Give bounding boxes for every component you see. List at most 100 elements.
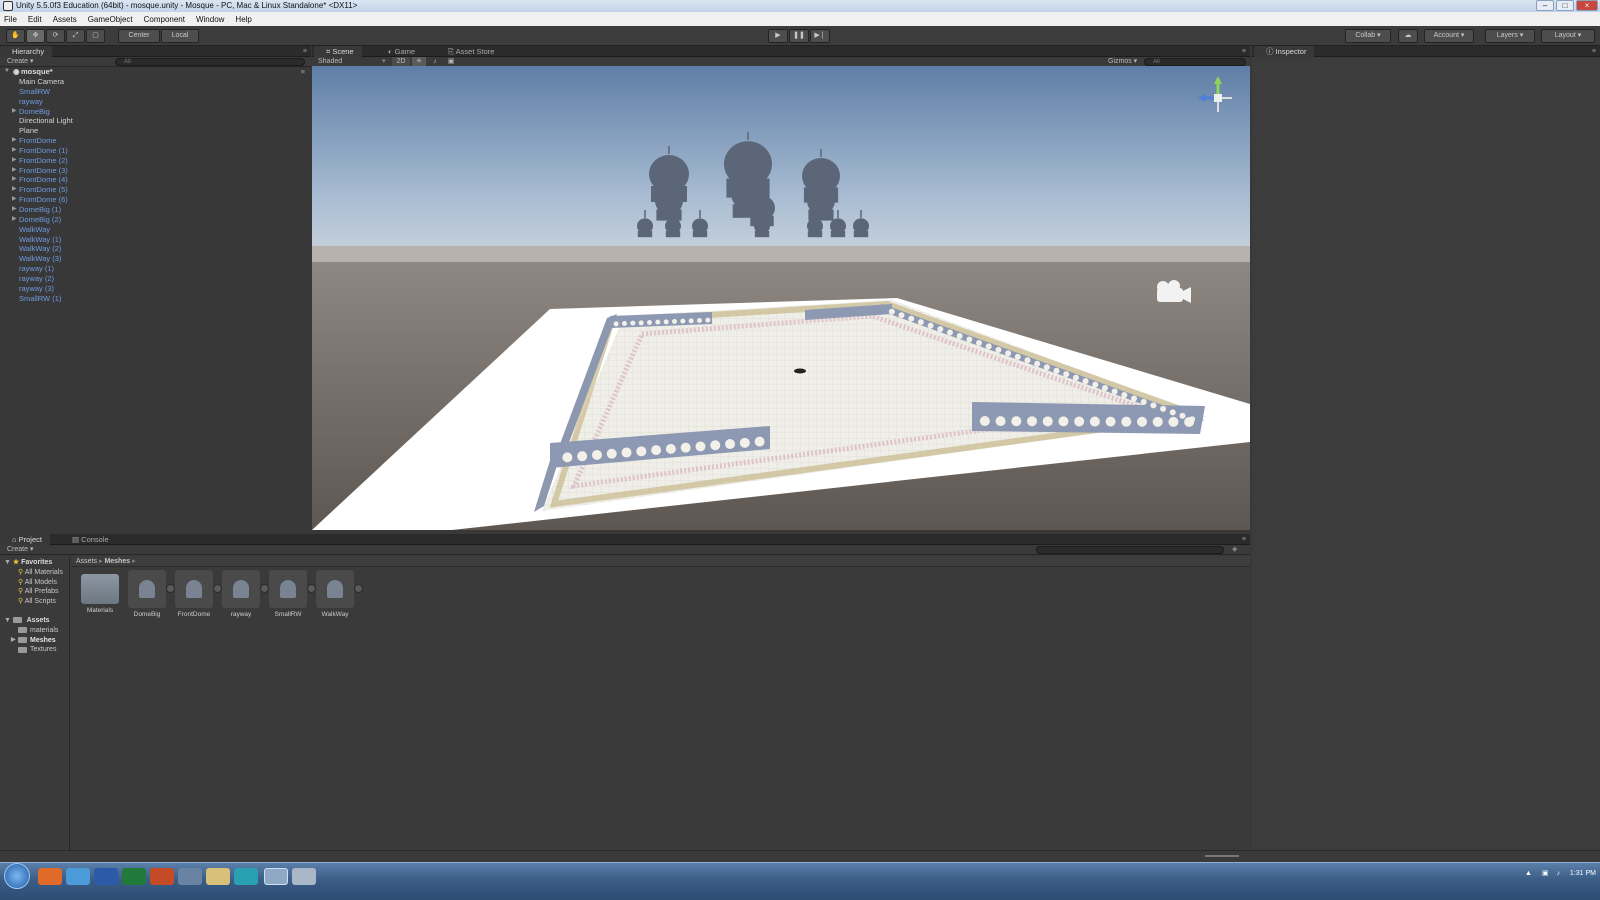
hand-tool-icon[interactable]: ✋ <box>6 29 25 43</box>
cloud-icon[interactable]: ☁ <box>1398 29 1418 43</box>
expand-arrow-icon[interactable]: ▼ <box>4 67 10 77</box>
expand-arrow-icon[interactable]: ▼ <box>4 617 11 624</box>
expand-asset-icon[interactable] <box>354 584 363 593</box>
favorite-item[interactable]: ⚲ All Materials <box>0 568 69 578</box>
asset-item[interactable]: SmallRW <box>265 570 316 618</box>
hierarchy-item[interactable]: rayway (3) <box>0 284 311 294</box>
hierarchy-item[interactable]: rayway <box>0 97 311 107</box>
hierarchy-item[interactable]: ▶ FrontDome (4) <box>0 175 311 185</box>
scene-search-input[interactable]: All <box>1144 58 1246 66</box>
taskbar-word-icon[interactable] <box>94 868 118 885</box>
close-button[interactable]: × <box>1576 0 1598 11</box>
menu-component[interactable]: Component <box>144 15 185 24</box>
taskbar-unity-icon[interactable] <box>264 868 288 885</box>
maximize-button[interactable]: □ <box>1556 0 1574 11</box>
hierarchy-item[interactable]: Plane <box>0 126 311 136</box>
taskbar-app-icon[interactable] <box>38 868 62 885</box>
menu-window[interactable]: Window <box>196 15 224 24</box>
hierarchy-item[interactable]: ▶ FrontDome (1) <box>0 146 311 156</box>
tab-inspector[interactable]: ⓘ Inspector <box>1254 46 1315 57</box>
pivot-center-toggle[interactable]: Center <box>118 29 160 43</box>
asset-item[interactable]: WalkWay <box>312 570 363 618</box>
hierarchy-item[interactable]: ▶ FrontDome <box>0 136 311 146</box>
start-button[interactable] <box>4 863 30 889</box>
folder-item[interactable]: materials <box>0 626 69 636</box>
asset-item[interactable]: FrontDome <box>171 570 222 618</box>
expand-arrow-icon[interactable]: ▶ <box>12 136 17 146</box>
hierarchy-item[interactable]: ▶ FrontDome (6) <box>0 195 311 205</box>
hierarchy-item[interactable]: WalkWay (3) <box>0 254 311 264</box>
hierarchy-item[interactable]: ▶ FrontDome (2) <box>0 156 311 166</box>
pause-button[interactable]: ❚❚ <box>789 29 809 43</box>
scene-viewport[interactable] <box>312 66 1250 530</box>
expand-arrow-icon[interactable]: ▶ <box>12 146 17 156</box>
hierarchy-item[interactable]: SmallRW (1) <box>0 294 311 304</box>
expand-arrow-icon[interactable]: ▶ <box>11 636 16 646</box>
tab-hierarchy[interactable]: Hierarchy <box>0 46 53 57</box>
pivot-space-toggle[interactable]: Local <box>161 29 199 43</box>
taskbar-app-icon[interactable] <box>234 868 258 885</box>
panel-menu-icon[interactable]: ≡ <box>1592 46 1596 57</box>
expand-arrow-icon[interactable]: ▶ <box>12 156 17 166</box>
hierarchy-item[interactable]: rayway (1) <box>0 264 311 274</box>
panel-menu-icon[interactable]: ≡ <box>1242 46 1246 57</box>
rect-tool-icon[interactable]: ▢ <box>86 29 105 43</box>
favorites-row[interactable]: ▼ ★ Favorites <box>0 558 69 568</box>
tab-project[interactable]: ⌂ Project <box>0 534 50 545</box>
hierarchy-search-input[interactable]: All <box>115 58 305 66</box>
move-tool-icon[interactable]: ✥ <box>26 29 45 43</box>
hierarchy-item[interactable]: WalkWay (1) <box>0 235 311 245</box>
hierarchy-item[interactable]: ▶ DomeBig (1) <box>0 205 311 215</box>
volume-icon[interactable]: ♪ <box>1556 870 1560 877</box>
tab-scene[interactable]: ⌗ Scene <box>314 46 362 57</box>
favorite-item[interactable]: ⚲ All Prefabs <box>0 587 69 597</box>
hierarchy-item[interactable]: ▶ DomeBig (2) <box>0 215 311 225</box>
tab-game[interactable]: ◐ Game <box>376 46 423 57</box>
taskbar-powerpoint-icon[interactable] <box>150 868 174 885</box>
expand-arrow-icon[interactable]: ▶ <box>12 185 17 195</box>
hierarchy-item[interactable]: Directional Light <box>0 116 311 126</box>
scene-root-row[interactable]: ▼ ◉ mosque* ≡ <box>0 67 311 77</box>
expand-arrow-icon[interactable]: ▶ <box>12 175 17 185</box>
account-dropdown[interactable]: Account ▾ <box>1424 29 1474 43</box>
layers-dropdown[interactable]: Layers ▾ <box>1485 29 1535 43</box>
menu-edit[interactable]: Edit <box>28 15 42 24</box>
asset-item[interactable]: rayway <box>218 570 269 618</box>
hierarchy-item[interactable]: rayway (2) <box>0 274 311 284</box>
menu-gameobject[interactable]: GameObject <box>88 15 133 24</box>
expand-arrow-icon[interactable]: ▶ <box>12 215 17 225</box>
asset-item[interactable]: Materials <box>77 570 123 614</box>
asset-item[interactable]: DomeBig <box>124 570 175 618</box>
rotate-tool-icon[interactable]: ⟳ <box>46 29 65 43</box>
layout-dropdown[interactable]: Layout ▾ <box>1541 29 1595 43</box>
favorite-item[interactable]: ⚲ All Scripts <box>0 597 69 607</box>
clock[interactable]: 1:31 PM <box>1570 870 1596 877</box>
taskbar-app-icon[interactable] <box>66 868 90 885</box>
expand-arrow-icon[interactable]: ▶ <box>12 107 17 117</box>
zoom-slider[interactable] <box>1205 855 1239 857</box>
scale-tool-icon[interactable]: ⤢ <box>66 29 85 43</box>
folder-item[interactable]: ▶ Meshes <box>0 636 69 646</box>
taskbar-app-icon[interactable] <box>292 868 316 885</box>
hierarchy-item[interactable]: ▶ FrontDome (5) <box>0 185 311 195</box>
tray-expand-icon[interactable]: ▲ <box>1525 870 1532 877</box>
tab-asset-store[interactable]: ⎘ Asset Store <box>436 46 502 57</box>
scene-menu-icon[interactable]: ≡ <box>301 67 305 77</box>
folder-item[interactable]: Textures <box>0 645 69 655</box>
project-create-dropdown[interactable]: Create ▾ <box>7 545 33 555</box>
hierarchy-item[interactable]: ▶ DomeBig <box>0 107 311 117</box>
expand-arrow-icon[interactable]: ▶ <box>12 166 17 176</box>
collab-dropdown[interactable]: Collab ▾ <box>1345 29 1391 43</box>
taskbar-excel-icon[interactable] <box>122 868 146 885</box>
play-button[interactable]: ▶ <box>768 29 788 43</box>
hierarchy-item[interactable]: WalkWay (2) <box>0 244 311 254</box>
menu-assets[interactable]: Assets <box>53 15 77 24</box>
hierarchy-item[interactable]: WalkWay <box>0 225 311 235</box>
expand-arrow-icon[interactable]: ▶ <box>12 195 17 205</box>
hierarchy-item[interactable]: ▶ FrontDome (3) <box>0 166 311 176</box>
assets-root-row[interactable]: ▼ Assets <box>0 616 69 626</box>
network-icon[interactable]: ▣ <box>1542 870 1549 877</box>
favorite-item[interactable]: ⚲ All Models <box>0 578 69 588</box>
hierarchy-create-dropdown[interactable]: Create ▾ <box>7 57 33 67</box>
hierarchy-item[interactable]: SmallRW <box>0 87 311 97</box>
